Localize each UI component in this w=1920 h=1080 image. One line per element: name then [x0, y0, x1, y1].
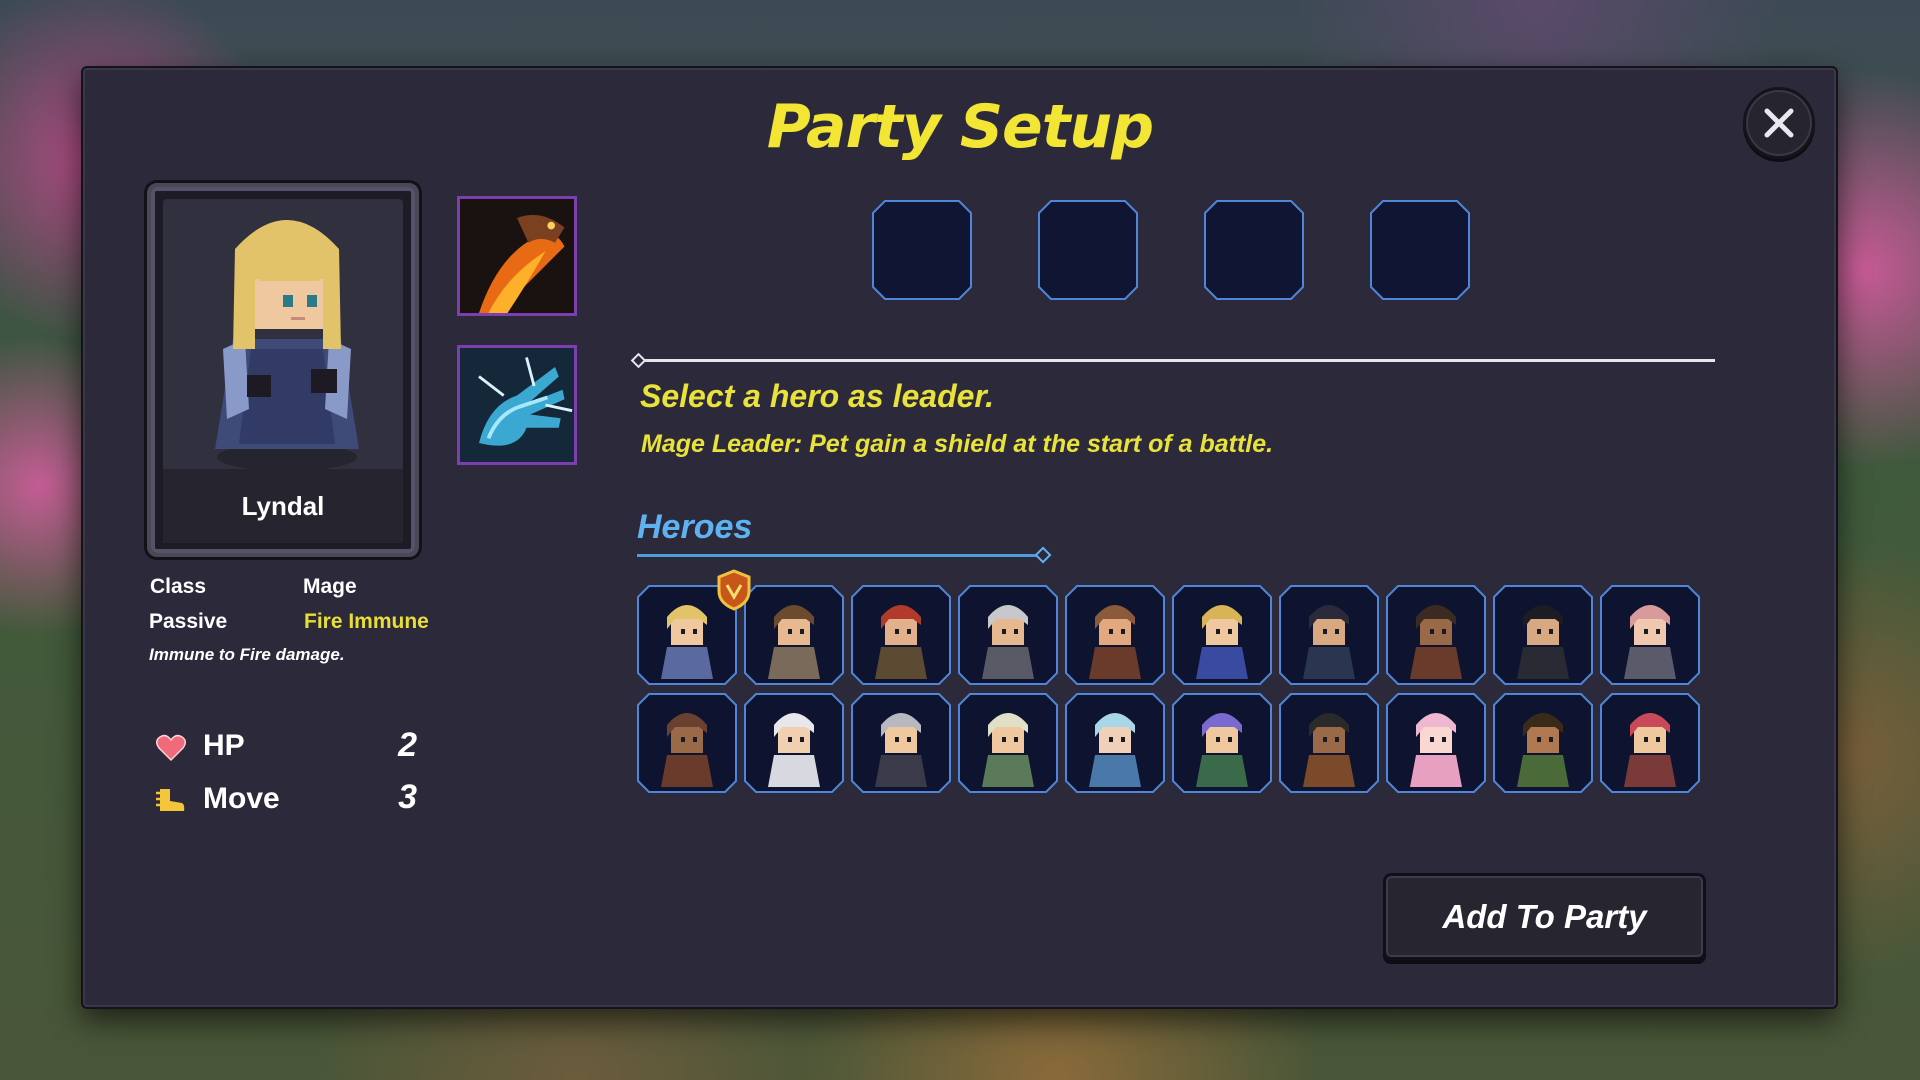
hero-card-18[interactable] — [1386, 693, 1486, 793]
class-value: Mage — [303, 575, 357, 598]
page-title: Party Setup — [766, 92, 1154, 162]
hp-value: 2 — [398, 726, 417, 764]
hp-label: HP — [203, 729, 245, 762]
add-to-party-button[interactable]: Add To Party — [1383, 873, 1706, 960]
hero-name: Lyndal — [241, 490, 325, 521]
hero-card-4[interactable] — [958, 585, 1058, 685]
hero-card-9[interactable] — [1493, 585, 1593, 685]
party-slot-2[interactable] — [1038, 200, 1138, 300]
party-slot-3[interactable] — [1204, 200, 1304, 300]
hero-card-11[interactable] — [637, 693, 737, 793]
leader-prompt: Select a hero as leader. — [640, 378, 994, 414]
hero-card-20[interactable] — [1600, 693, 1700, 793]
hero-card-14[interactable] — [958, 693, 1058, 793]
hero-card-7[interactable] — [1279, 585, 1379, 685]
heroes-underline — [637, 554, 1042, 557]
hero-sprite-lyndal — [215, 220, 359, 471]
heroes-heading: Heroes — [637, 508, 753, 546]
add-to-party-label: Add To Party — [1442, 897, 1647, 935]
passive-label: Passive — [149, 610, 228, 633]
hero-card-10[interactable] — [1600, 585, 1700, 685]
dragon-breath-icon — [460, 199, 574, 313]
divider — [638, 359, 1715, 362]
hero-card-17[interactable] — [1279, 693, 1379, 793]
passive-value: Fire Immune — [304, 610, 429, 633]
hero-card-16[interactable] — [1172, 693, 1272, 793]
hero-card-8[interactable] — [1386, 585, 1486, 685]
leader-description: Mage Leader: Pet gain a shield at the st… — [641, 430, 1274, 458]
heart-icon — [156, 734, 186, 762]
hero-portrait-card: Lyndal — [147, 183, 419, 557]
hero-card-15[interactable] — [1065, 693, 1165, 793]
ice-hand-icon — [460, 348, 574, 462]
hero-portrait — [163, 199, 403, 495]
hero-card-12[interactable] — [744, 693, 844, 793]
hero-card-13[interactable] — [851, 693, 951, 793]
hero-card-6[interactable] — [1172, 585, 1272, 685]
passive-description: Immune to Fire damage. — [149, 645, 345, 664]
ability-slot-1[interactable] — [457, 196, 577, 316]
hero-card-19[interactable] — [1493, 693, 1593, 793]
leader-crest-icon — [717, 569, 751, 611]
boot-icon — [156, 789, 185, 811]
close-button[interactable] — [1743, 87, 1815, 159]
move-label: Move — [203, 782, 280, 815]
party-slot-4[interactable] — [1370, 200, 1470, 300]
party-slot-1[interactable] — [872, 200, 972, 300]
move-value: 3 — [398, 778, 417, 816]
hero-card-5[interactable] — [1065, 585, 1165, 685]
class-label: Class — [150, 575, 207, 598]
close-icon — [1764, 108, 1794, 138]
hero-card-3[interactable] — [851, 585, 951, 685]
ability-slot-2[interactable] — [457, 345, 577, 465]
hero-card-2[interactable] — [744, 585, 844, 685]
